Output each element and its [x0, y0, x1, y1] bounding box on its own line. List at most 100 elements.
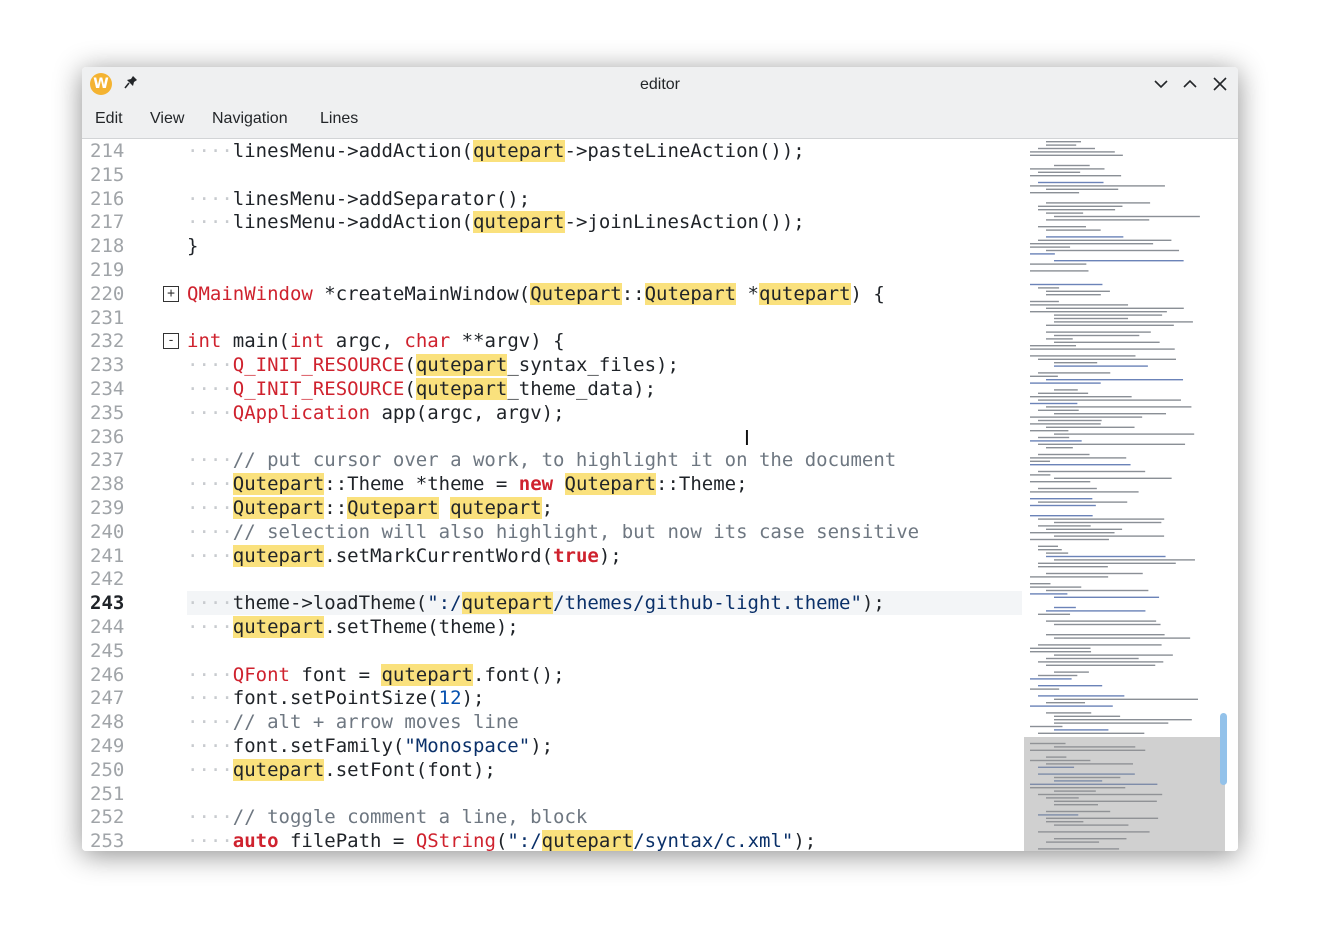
minimap[interactable] [1022, 139, 1238, 851]
whitespace-marker: ···· [187, 616, 233, 638]
code-text: QMainWindow *createMainWindow(Qutepart::… [187, 282, 885, 306]
minimap-line [1038, 613, 1071, 615]
minimap-line [1030, 647, 1091, 649]
code-line[interactable]: 248 ····// alt + arrow moves line [82, 710, 1022, 734]
code-editor[interactable]: 214 ····linesMenu->addAction(qutepart->pa… [82, 139, 1022, 851]
code-line[interactable]: 253 ····auto filePath = QString(":/qutepa… [82, 829, 1022, 851]
code-token: .font(); [473, 663, 565, 686]
vertical-scrollbar[interactable] [1220, 713, 1227, 785]
code-line[interactable]: 220 + QMainWindow *createMainWindow(Qutepa… [82, 282, 1022, 306]
code-line[interactable]: 232- int main(int argc, char **argv) { [82, 329, 1022, 353]
close-button[interactable] [1209, 73, 1231, 95]
menu-view[interactable]: View [150, 110, 184, 128]
code-token: font.setPointSize( [232, 687, 439, 710]
minimap-line [1038, 545, 1059, 547]
code-line[interactable]: 246 ····QFont font = qutepart.font(); [82, 663, 1022, 687]
code-line[interactable]: 214 ····linesMenu->addAction(qutepart->pa… [82, 139, 1022, 163]
code-line[interactable]: 251 [82, 782, 1022, 806]
minimap-viewport[interactable] [1024, 737, 1225, 851]
minimap-line [1046, 236, 1124, 238]
menu-navigation[interactable]: Navigation [212, 110, 288, 128]
code-line[interactable]: 250 ····qutepart.setFont(font); [82, 758, 1022, 782]
maximize-button[interactable] [1179, 73, 1201, 95]
menu-lines[interactable]: Lines [320, 110, 358, 128]
code-line[interactable]: 234 ····Q_INIT_RESOURCE(qutepart_theme_da… [82, 377, 1022, 401]
code-token: app(argc, argv); [370, 401, 565, 424]
code-line[interactable]: 242 [82, 567, 1022, 591]
minimap-line [1046, 406, 1192, 408]
code-line[interactable]: 215 [82, 163, 1022, 187]
minimap-line [1030, 283, 1103, 286]
whitespace-marker: ···· [187, 140, 233, 162]
code-line[interactable]: 219 [82, 258, 1022, 282]
code-line[interactable]: 233 ····Q_INIT_RESOURCE(qutepart_syntax_f… [82, 353, 1022, 377]
whitespace-marker: ···· [187, 830, 233, 851]
minimap-line [1054, 317, 1129, 320]
code-text: ····font.setFamily("Monospace"); [187, 734, 553, 758]
whitespace-marker: ···· [187, 806, 233, 829]
code-text: ····qutepart.setMarkCurrentWord(true); [187, 544, 622, 568]
code-line[interactable]: 237 ····// put cursor over a work, to hig… [82, 448, 1022, 472]
whitespace-marker: ···· [187, 378, 233, 400]
code-text: ····font.setPointSize(12); [187, 686, 484, 710]
word-highlight: qutepart [450, 497, 542, 519]
fold-expand-icon[interactable]: + [163, 285, 179, 302]
code-line[interactable]: 235 ····QApplication app(argc, argv); [82, 401, 1022, 425]
code-line[interactable]: 252 ····// toggle comment a line, block [82, 805, 1022, 829]
line-number: 250 [90, 758, 125, 781]
fold-collapse-icon[interactable]: - [163, 333, 179, 350]
code-line[interactable]: 231 [82, 306, 1022, 330]
minimap-line [1030, 311, 1167, 313]
minimap-line [1046, 426, 1135, 428]
title-bar[interactable]: W editor [82, 67, 1238, 102]
minimap-line [1038, 409, 1079, 411]
code-text: ····// alt + arrow moves line [187, 710, 519, 734]
code-text: ····linesMenu->addSeparator(); [187, 187, 530, 211]
code-token: Q_INIT_RESOURCE [232, 378, 405, 400]
code-token: ( [404, 378, 416, 400]
code-line[interactable]: 238 ····Qutepart::Theme *theme = new Qute… [82, 472, 1022, 496]
code-line[interactable]: 239 ····Qutepart::Qutepart qutepart; [82, 496, 1022, 520]
whitespace-marker: ···· [187, 711, 233, 734]
code-line[interactable]: 249 ····font.setFamily("Monospace"); [82, 734, 1022, 758]
whitespace-marker: ···· [187, 473, 233, 496]
code-line[interactable]: 216 ····linesMenu->addSeparator(); [82, 187, 1022, 211]
code-line[interactable]: 218} [82, 234, 1022, 258]
code-text: ····linesMenu->addAction(qutepart->joinL… [187, 210, 805, 234]
code-line[interactable]: 243 ····theme->loadTheme(":/qutepart/them… [82, 591, 1022, 616]
minimap-line [1038, 205, 1123, 207]
word-highlight: qutepart [232, 544, 325, 567]
code-line[interactable]: 236 [82, 425, 1022, 449]
code-token: theme->loadTheme( [232, 592, 428, 615]
minimap-line [1046, 229, 1101, 231]
code-line[interactable]: 247 ····font.setPointSize(12); [82, 686, 1022, 710]
code-line[interactable]: 245 [82, 639, 1022, 663]
minimap-line [1054, 698, 1199, 700]
code-line[interactable]: 240 ····// selection will also highlight,… [82, 520, 1022, 544]
minimap-line [1038, 661, 1164, 663]
minimap-line [1038, 732, 1145, 734]
code-token: char [404, 330, 451, 353]
code-token: * [736, 282, 759, 305]
minimap-line [1030, 688, 1060, 690]
minimap-line [1030, 243, 1154, 245]
line-number: 220 [90, 282, 125, 305]
menu-edit[interactable]: Edit [95, 110, 123, 128]
minimap-line [1030, 423, 1101, 425]
minimap-line [1038, 644, 1162, 646]
code-line[interactable]: 241 ····qutepart.setMarkCurrentWord(true)… [82, 544, 1022, 568]
code-token: /themes/github-light.theme" [553, 592, 862, 615]
minimap-line [1030, 576, 1109, 578]
minimap-line [1030, 705, 1113, 707]
minimap-line [1038, 392, 1089, 394]
code-token: true [553, 544, 599, 567]
minimap-line [1046, 212, 1084, 214]
minimap-line [1030, 175, 1122, 177]
window-title: editor [639, 76, 681, 93]
code-text: ····Qutepart::Qutepart qutepart; [187, 496, 553, 520]
code-line[interactable]: 217 ····linesMenu->addAction(qutepart->jo… [82, 210, 1022, 234]
code-line[interactable]: 244 ····qutepart.setTheme(theme); [82, 615, 1022, 639]
minimap-line [1038, 372, 1111, 374]
minimize-button[interactable] [1150, 73, 1172, 95]
minimap-line [1030, 348, 1175, 350]
